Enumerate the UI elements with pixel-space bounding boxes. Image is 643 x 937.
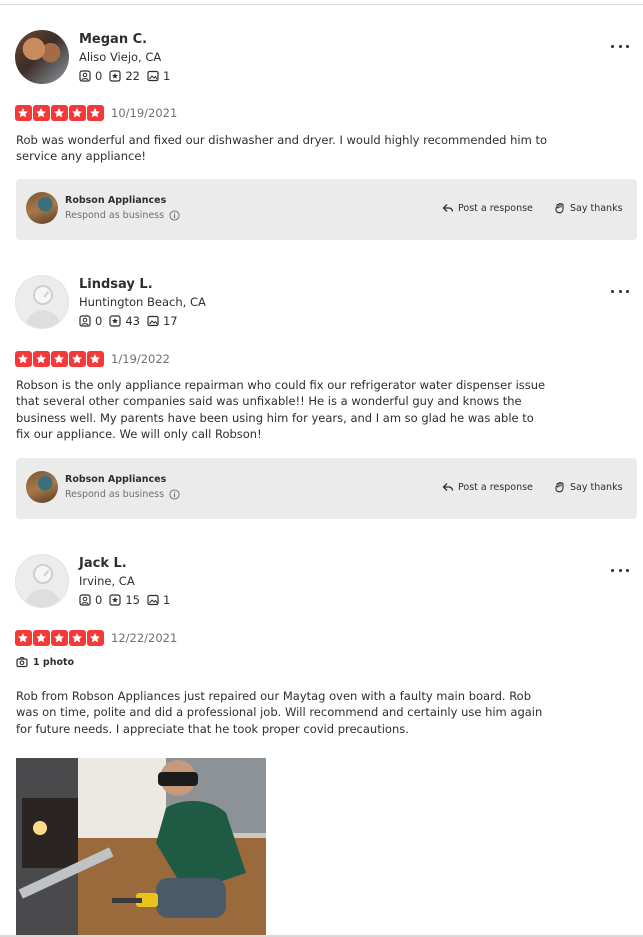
star-rating bbox=[15, 630, 105, 646]
friends-count: 0 bbox=[95, 593, 103, 607]
user-location: Irvine, CA bbox=[79, 574, 135, 588]
default-avatar-body bbox=[25, 589, 61, 607]
user-avatar[interactable] bbox=[15, 554, 69, 608]
reviews-icon bbox=[109, 594, 121, 606]
reviews-count: 15 bbox=[125, 593, 140, 607]
star-icon bbox=[51, 630, 68, 646]
user-name[interactable]: Jack L. bbox=[79, 556, 127, 571]
review-date: 12/22/2021 bbox=[111, 631, 178, 645]
photo-count-label: 1 photo bbox=[33, 656, 75, 668]
review-photo-image bbox=[16, 758, 266, 937]
friends-icon bbox=[79, 594, 91, 606]
photos-stat: 1 bbox=[147, 593, 170, 607]
photos-icon bbox=[147, 594, 159, 606]
friends-stat: 0 bbox=[79, 593, 102, 607]
star-icon bbox=[69, 630, 86, 646]
default-avatar-icon bbox=[33, 564, 53, 584]
review-card: Jack L. Irvine, CA 0 15 1 12/22/2021 1 p… bbox=[0, 0, 643, 937]
star-icon bbox=[33, 630, 50, 646]
photos-count: 1 bbox=[162, 593, 171, 607]
user-stats: 0 15 1 bbox=[79, 593, 177, 607]
more-options-icon[interactable] bbox=[611, 563, 629, 577]
review-text: Rob from Robson Appliances just repaired… bbox=[16, 689, 543, 736]
photo-count-link[interactable]: 1 photo bbox=[16, 656, 74, 668]
camera-icon bbox=[16, 656, 28, 668]
review-photo[interactable] bbox=[16, 758, 266, 937]
star-icon bbox=[87, 630, 104, 646]
star-icon bbox=[15, 630, 32, 646]
reviews-stat: 15 bbox=[109, 593, 140, 607]
